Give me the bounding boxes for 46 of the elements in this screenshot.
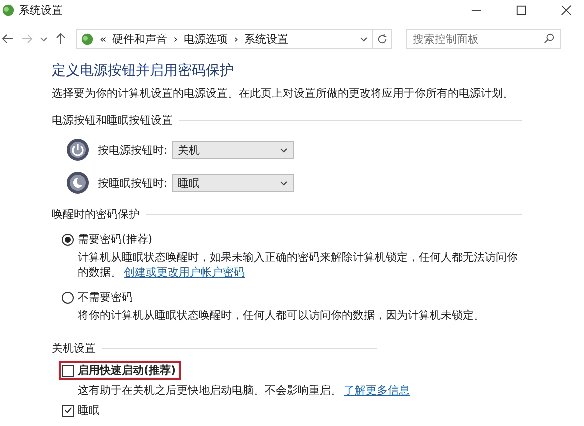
maximize-icon[interactable] [516, 4, 527, 16]
option-description: 这有助于在关机之后更快地启动电脑。不会影响重启。 了解更多信息 [78, 383, 411, 398]
chevron-down-icon [280, 179, 288, 187]
section-title: 电源按钮和睡眠按钮设置 [52, 113, 173, 128]
radio-button[interactable] [62, 234, 74, 246]
setting-label: 按睡眠按钮时: [98, 176, 169, 190]
action-dropdown[interactable]: 关机 [172, 141, 294, 159]
setting-label: 按电源按钮时: [98, 142, 169, 158]
account-password-link[interactable]: 创建或更改用户帐户密码 [124, 266, 245, 279]
breadcrumb-separator: 电源选项 [184, 32, 228, 46]
action-dropdown[interactable]: 睡眠 [172, 174, 294, 192]
address-bar[interactable]: « 硬件和声音 › 电源选项 › 系统设置 [76, 29, 373, 49]
breadcrumb-item[interactable]: › [234, 32, 239, 46]
refresh-button[interactable] [372, 29, 392, 49]
moon-icon [66, 171, 90, 195]
option-label: 睡眠 [78, 403, 100, 418]
chevron-down-icon[interactable] [40, 35, 48, 43]
overflow-chevron[interactable]: « [100, 32, 107, 46]
breadcrumb-separator: 硬件和声音 [112, 32, 168, 46]
back-arrow-icon[interactable] [2, 33, 14, 45]
refresh-icon [376, 34, 388, 44]
window-title: 系统设置 [19, 2, 63, 18]
page-heading: 定义电源按钮并启用密码保护 [52, 62, 235, 80]
option-description: 将你的计算机从睡眠状态唤醒时，任何人都可以访问你的数据，因为计算机未锁定。 [78, 308, 486, 323]
option-label: 启用快速启动(推荐) [78, 363, 176, 378]
control-panel-icon [81, 32, 94, 46]
search-field[interactable]: 搜索控制面板 [406, 29, 561, 49]
up-arrow-icon[interactable] [55, 33, 67, 45]
breadcrumb-separator: 系统设置 [244, 32, 289, 46]
option-label: 不需要密码 [78, 290, 133, 305]
learn-more-link[interactable]: 了解更多信息 [344, 384, 410, 397]
section-title: 唤醒时的密码保护 [52, 207, 140, 222]
breadcrumb-item[interactable]: › [174, 32, 178, 46]
checkbox[interactable] [62, 364, 74, 376]
option-label: 需要密码(推荐) [78, 232, 153, 247]
close-icon[interactable] [561, 4, 572, 16]
checkbox[interactable] [62, 404, 74, 416]
control-panel-icon [2, 4, 15, 16]
power-icon [66, 138, 90, 162]
option-description: 计算机从睡眠状态唤醒时，如果未输入正确的密码来解除计算机锁定，任何人都无法访问你的数据。 创建或更改用户帐户密码 [78, 250, 519, 280]
radio-button[interactable] [62, 292, 74, 304]
intro-text: 选择要为你的计算机设置的电源设置。在此页上对设置所做的更改将应用于你所有的电源计划。 [52, 86, 515, 101]
chevron-down-icon[interactable] [360, 35, 368, 43]
search-icon [544, 33, 555, 44]
section-title: 关机设置 [52, 341, 96, 356]
chevron-down-icon [280, 146, 288, 154]
